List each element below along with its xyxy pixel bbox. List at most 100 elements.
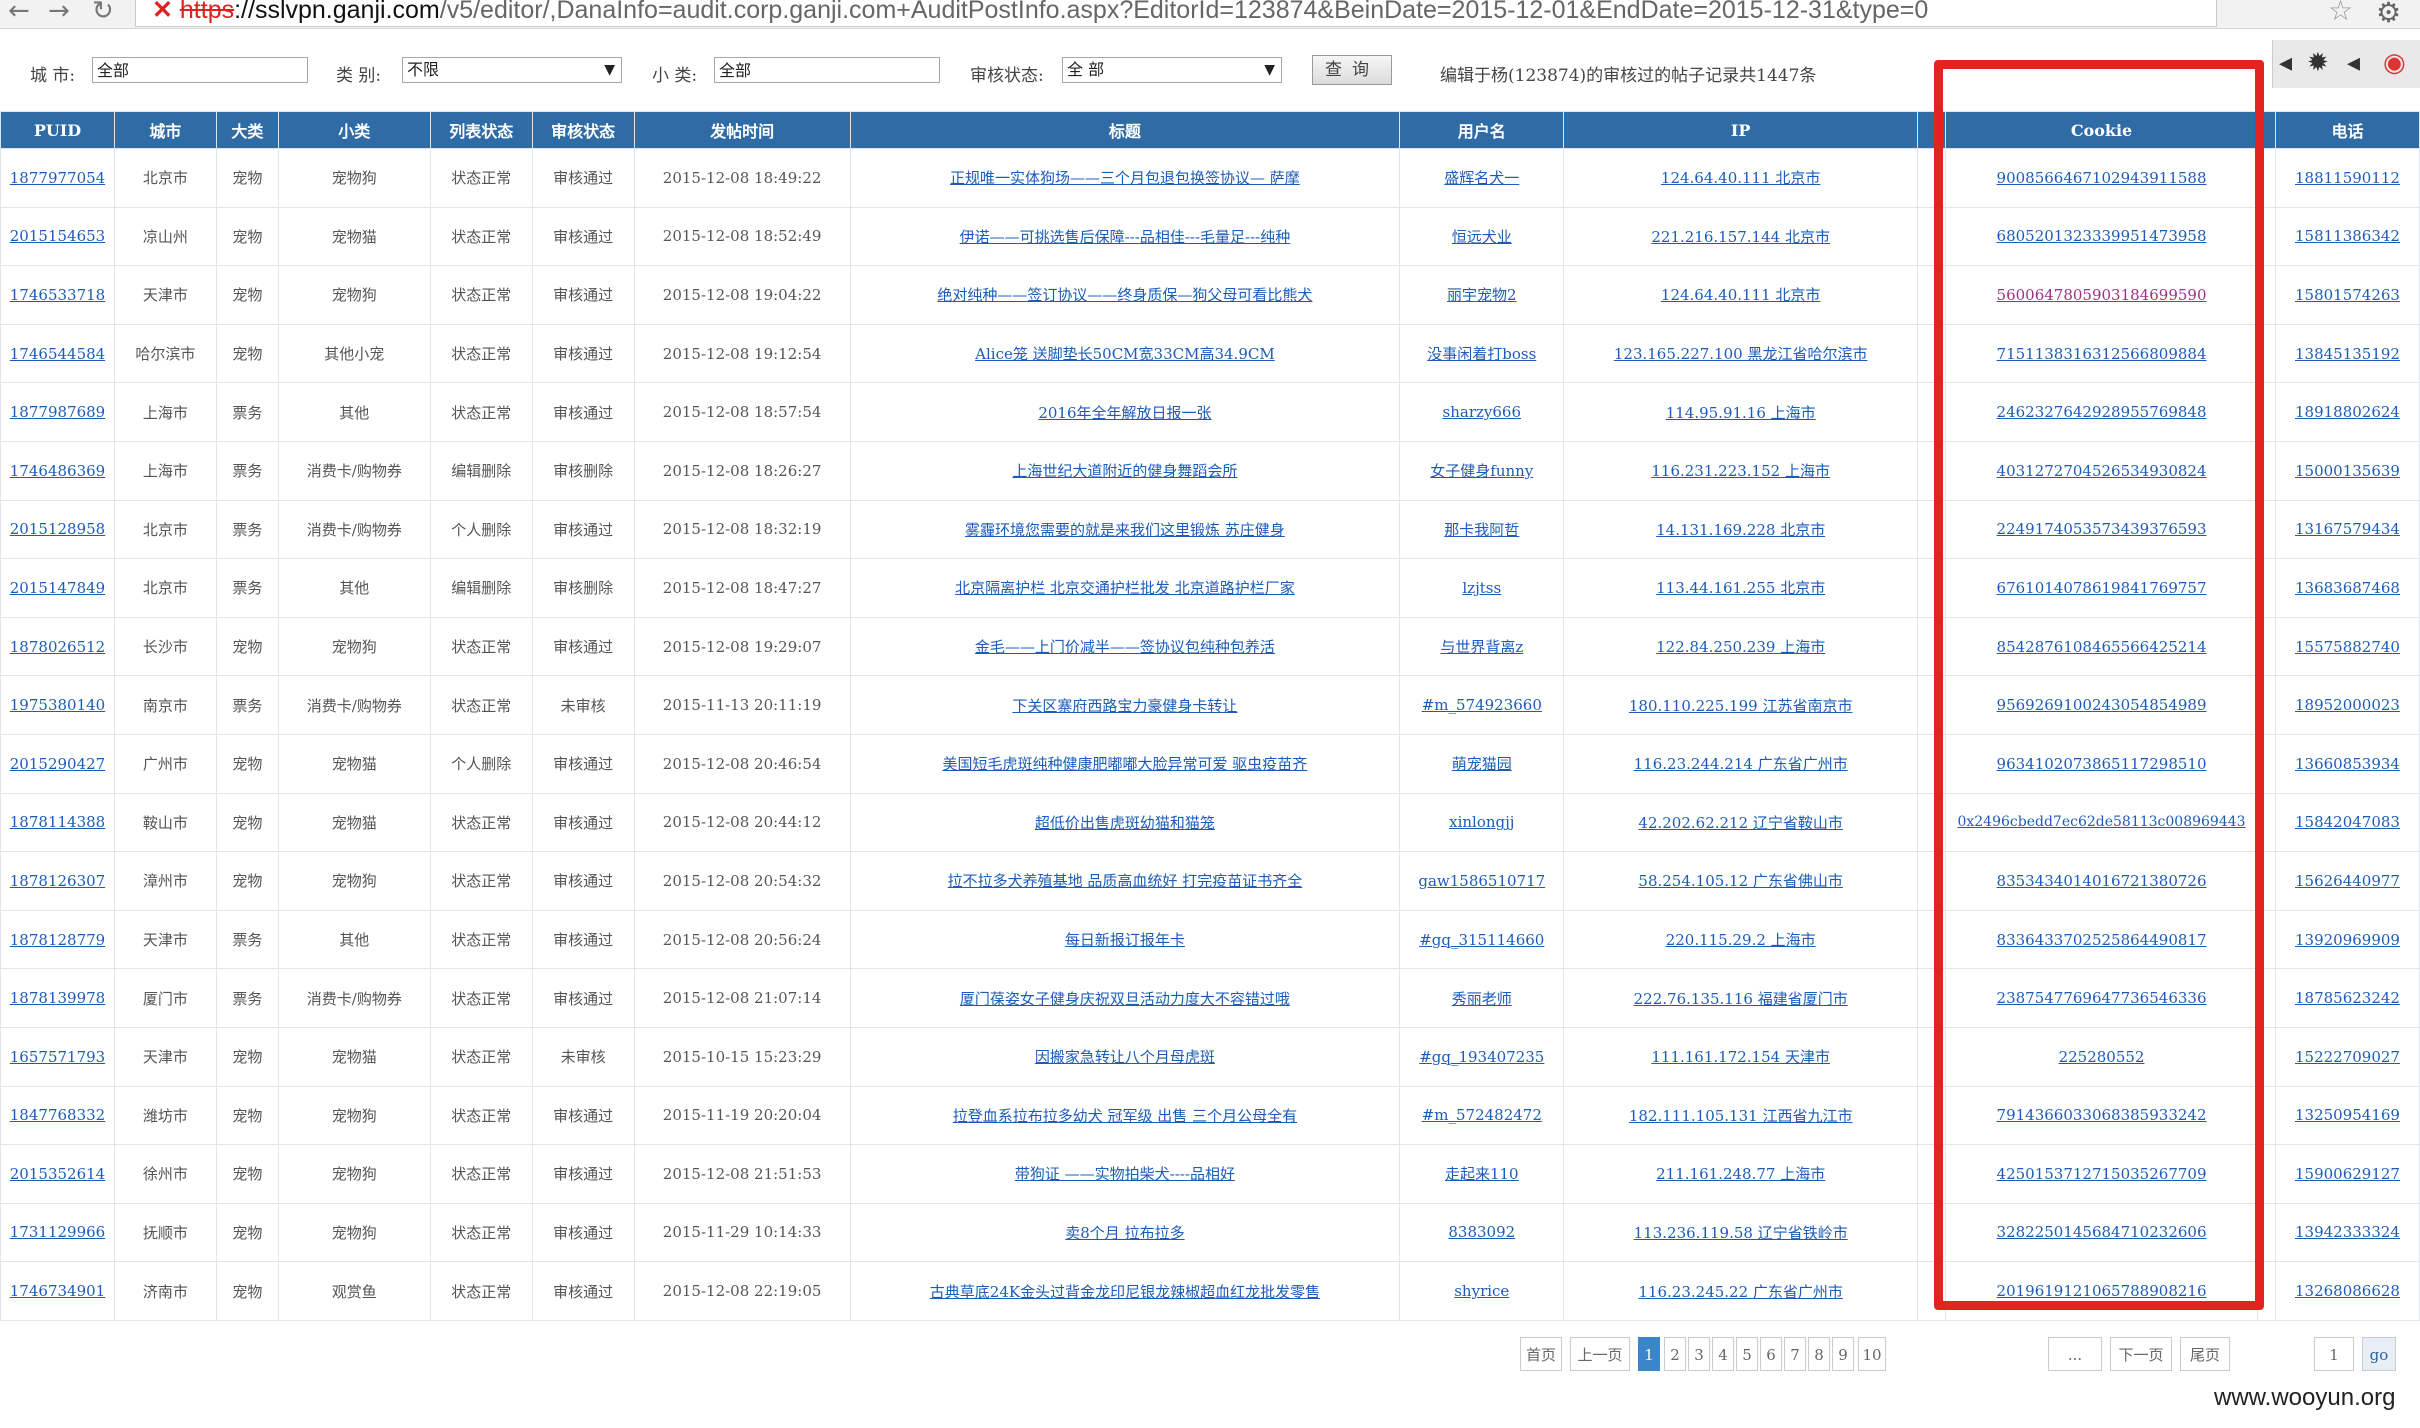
cell-puid[interactable]: 2015147849 (0, 558, 115, 618)
cell-ip[interactable]: 180.110.225.199 江苏省南京市 (1563, 675, 1919, 735)
page-number-button[interactable]: 10 (1858, 1337, 1886, 1371)
cell-cookie[interactable]: 9569269100243054854989 (1945, 675, 2258, 735)
cell-title[interactable]: 拉不拉多犬养殖基地 品质高血统好 打完疫苗证书齐全 (849, 851, 1401, 911)
cell-title[interactable]: 北京隔离护栏 北京交通护栏批发 北京道路护栏厂家 (849, 558, 1401, 618)
page-number-button[interactable]: 7 (1784, 1337, 1806, 1371)
cell-title[interactable]: 卖8个月 拉布拉多 (849, 1202, 1401, 1263)
cell-username[interactable]: 没事闲着打boss (1399, 323, 1565, 384)
cell-ip[interactable]: 116.23.245.22 广东省广州市 (1563, 1261, 1919, 1321)
cell-username[interactable]: 走起来110 (1399, 1144, 1565, 1204)
back-icon[interactable]: ← (8, 0, 30, 26)
cell-phone[interactable]: 15842047083 (2274, 792, 2420, 853)
cell-title[interactable]: 拉登血系拉布拉多幼犬 冠军级 出售 三个月公母全有 (849, 1085, 1401, 1146)
cell-title[interactable]: 绝对纯种——签订协议——终身质保—狗父母可看比熊犬 (849, 265, 1401, 325)
cell-phone[interactable]: 13167579434 (2274, 499, 2420, 560)
prev-page-button[interactable]: 上一页 (1570, 1337, 1630, 1371)
cell-username[interactable]: 女子健身funny (1399, 440, 1565, 501)
cell-puid[interactable]: 1731129966 (0, 1202, 115, 1263)
cell-title[interactable]: 带狗证 ——实物拍柴犬----品相好 (849, 1144, 1401, 1204)
cell-ip[interactable]: 122.84.250.239 上海市 (1563, 616, 1919, 677)
page-number-button[interactable]: 8 (1808, 1337, 1830, 1371)
cell-phone[interactable]: 13660853934 (2274, 733, 2420, 794)
cell-phone[interactable]: 15811386342 (2274, 206, 2420, 267)
cell-phone[interactable]: 13250954169 (2274, 1085, 2420, 1146)
next-page-button[interactable]: 下一页 (2110, 1337, 2172, 1371)
cell-title[interactable]: 2016年全年解放日报一张 (849, 382, 1401, 442)
arrow-left-icon[interactable]: ◂ (2347, 48, 2360, 78)
cell-username[interactable]: 那卡我阿哲 (1399, 499, 1565, 560)
address-bar[interactable]: ✕ https://sslvpn.ganji.com/v5/editor/,Da… (135, 0, 2217, 27)
cell-phone[interactable]: 13268086628 (2274, 1261, 2420, 1321)
cell-ip[interactable]: 42.202.62.212 辽宁省鞍山市 (1563, 792, 1919, 853)
page-number-button[interactable]: 9 (1832, 1337, 1854, 1371)
forward-icon[interactable]: → (48, 0, 70, 26)
cell-phone[interactable]: 15000135639 (2274, 440, 2420, 501)
page-number-button[interactable]: 4 (1712, 1337, 1734, 1371)
first-page-button[interactable]: 首页 (1520, 1337, 1562, 1371)
lifebuoy-icon[interactable]: ◉ (2383, 48, 2406, 78)
cell-title[interactable]: 伊诺——可挑选售后保障---品相佳---毛量足---纯种 (849, 206, 1401, 267)
query-button[interactable]: 查询 (1312, 55, 1392, 85)
cell-phone[interactable]: 15801574263 (2274, 265, 2420, 325)
cell-puid[interactable]: 1877977054 (0, 148, 115, 208)
cell-username[interactable]: 与世界背离z (1399, 616, 1565, 677)
cell-username[interactable]: #gq_193407235 (1399, 1026, 1565, 1087)
cell-ip[interactable]: 113.236.119.58 辽宁省铁岭市 (1563, 1202, 1919, 1263)
subcategory-input[interactable]: 全部 (714, 57, 940, 83)
cell-ip[interactable]: 58.254.105.12 广东省佛山市 (1563, 851, 1919, 911)
cell-ip[interactable]: 211.161.248.77 上海市 (1563, 1144, 1919, 1204)
cell-phone[interactable]: 18785623242 (2274, 968, 2420, 1028)
cell-puid[interactable]: 1877987689 (0, 382, 115, 442)
cell-phone[interactable]: 18952000023 (2274, 675, 2420, 735)
cell-cookie[interactable]: 7151138316312566809884 (1945, 323, 2258, 384)
cell-username[interactable]: shyrice (1399, 1261, 1565, 1321)
cell-puid[interactable]: 1746533718 (0, 265, 115, 325)
cell-cookie[interactable]: 3282250145684710232606 (1945, 1202, 2258, 1263)
cell-username[interactable]: 秀丽老师 (1399, 968, 1565, 1028)
cell-title[interactable]: 古典草底24K金头过背金龙印尼银龙辣椒超血红龙批发零售 (849, 1261, 1401, 1321)
cell-ip[interactable]: 14.131.169.228 北京市 (1563, 499, 1919, 560)
cell-phone[interactable]: 13683687468 (2274, 558, 2420, 618)
cell-title[interactable]: 厦门葆姿女子健身庆祝双旦活动力度大不容错过哦 (849, 968, 1401, 1028)
cell-phone[interactable]: 13920969909 (2274, 909, 2420, 970)
page-number-button[interactable]: 6 (1760, 1337, 1782, 1371)
cell-username[interactable]: 萌宠猫园 (1399, 733, 1565, 794)
cell-puid[interactable]: 1746734901 (0, 1261, 115, 1321)
go-button[interactable]: go (2362, 1337, 2396, 1371)
cell-title[interactable]: 上海世纪大道附近的健身舞蹈会所 (849, 440, 1401, 501)
cell-ip[interactable]: 114.95.91.16 上海市 (1563, 382, 1919, 442)
cell-title[interactable]: 每日新报订报年卡 (849, 909, 1401, 970)
cell-puid[interactable]: 2015352614 (0, 1144, 115, 1204)
cell-ip[interactable]: 124.64.40.111 北京市 (1563, 265, 1919, 325)
cell-title[interactable]: Alice笼 送脚垫长50CM宽33CM高34.9CM (849, 323, 1401, 384)
page-number-button[interactable]: 1 (1638, 1337, 1660, 1371)
city-input[interactable]: 全部 (92, 57, 308, 83)
cell-ip[interactable]: 111.161.172.154 天津市 (1563, 1026, 1919, 1087)
cell-puid[interactable]: 1746486369 (0, 440, 115, 501)
cell-ip[interactable]: 123.165.227.100 黑龙江省哈尔滨市 (1563, 323, 1919, 384)
review-status-select[interactable]: 全 部 ▼ (1062, 57, 1282, 83)
cell-username[interactable]: #gq_315114660 (1399, 909, 1565, 970)
cell-cookie[interactable]: 2387547769647736546336 (1945, 968, 2258, 1028)
cell-title[interactable]: 下关区寨府西路宝力豪健身卡转让 (849, 675, 1401, 735)
cell-cookie[interactable]: 4031272704526534930824 (1945, 440, 2258, 501)
cell-puid[interactable]: 1746544584 (0, 323, 115, 384)
cell-phone[interactable]: 13942333324 (2274, 1202, 2420, 1263)
cell-puid[interactable]: 1878126307 (0, 851, 115, 911)
cell-phone[interactable]: 18918802624 (2274, 382, 2420, 442)
bookmark-star-icon[interactable]: ☆ (2328, 0, 2353, 27)
page-number-button[interactable]: 3 (1688, 1337, 1710, 1371)
cell-username[interactable]: xinlongjj (1399, 792, 1565, 853)
reload-icon[interactable]: ↻ (92, 0, 114, 26)
cell-ip[interactable]: 182.111.105.131 江西省九江市 (1563, 1085, 1919, 1146)
cell-cookie[interactable]: 9634102073865117298510 (1945, 733, 2258, 794)
cell-ip[interactable]: 220.115.29.2 上海市 (1563, 909, 1919, 970)
cell-puid[interactable]: 1878139978 (0, 968, 115, 1028)
cell-phone[interactable]: 18811590112 (2274, 148, 2420, 208)
cell-ip[interactable]: 116.23.244.214 广东省广州市 (1563, 733, 1919, 794)
cell-cookie[interactable]: 0x2496cbedd7ec62de58113c008969443 (1945, 792, 2258, 853)
cell-puid[interactable]: 1975380140 (0, 675, 115, 735)
cell-cookie[interactable]: 8353434014016721380726 (1945, 851, 2258, 911)
cell-cookie[interactable]: 225280552 (1945, 1026, 2258, 1087)
cell-phone[interactable]: 15575882740 (2274, 616, 2420, 677)
